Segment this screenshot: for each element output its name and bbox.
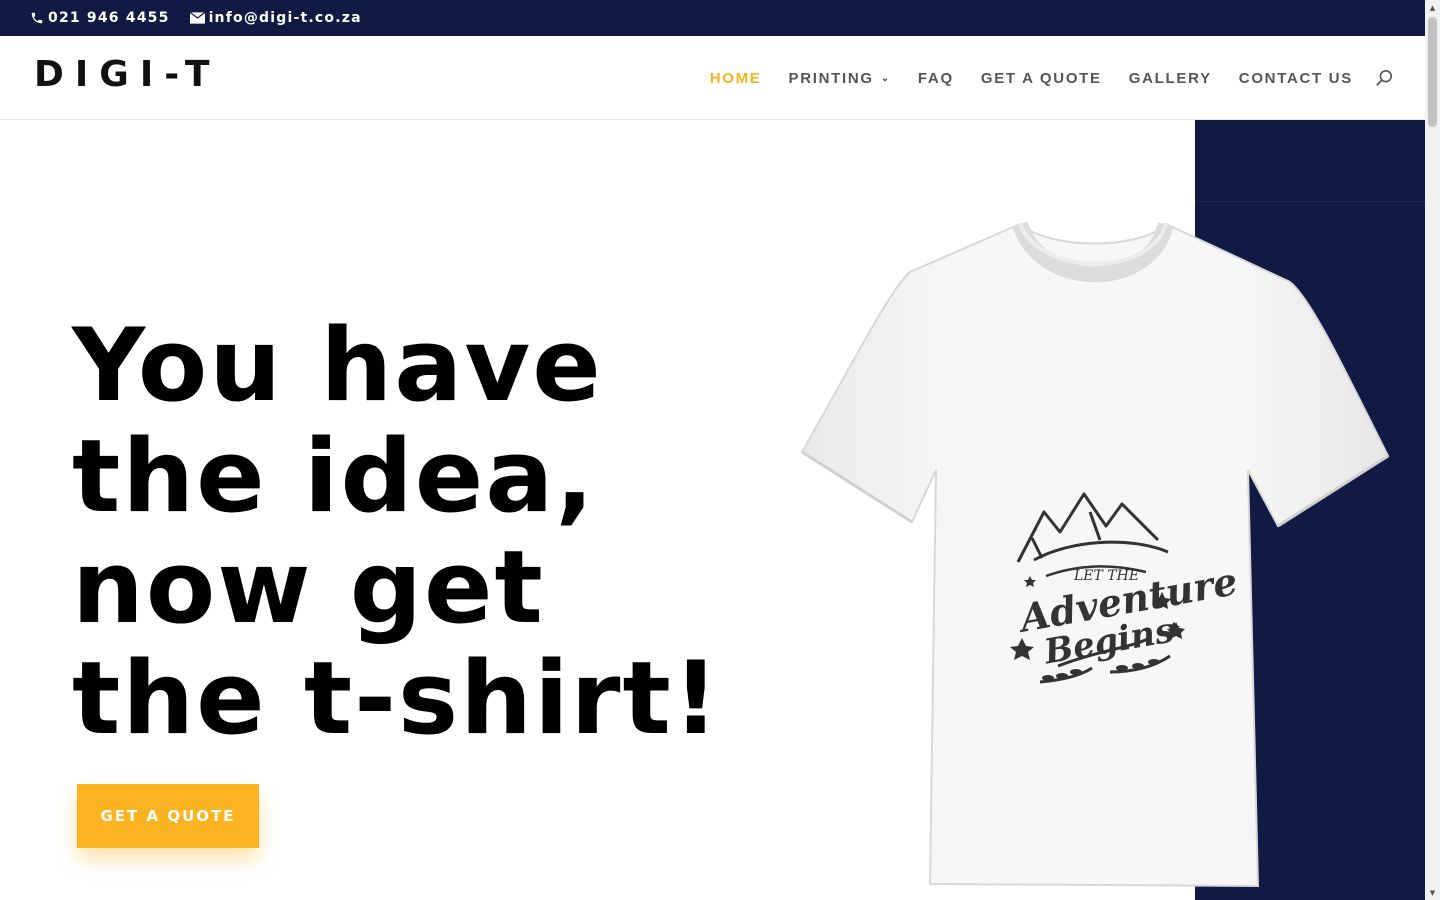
nav-faq-label: FAQ	[917, 69, 954, 87]
search-icon[interactable]	[1375, 69, 1393, 87]
nav-home[interactable]: Home	[710, 70, 762, 87]
topbar-phone[interactable]: 021 946 4455	[30, 10, 170, 26]
top-bar: 021 946 4455 info@digi-t.co.za	[0, 0, 1425, 36]
nav-contact-us-label: Contact Us	[1238, 69, 1353, 87]
headline-line-2: the idea,	[72, 417, 596, 535]
headline-line-4: the t-shirt!	[72, 639, 721, 757]
email-address: info@digi-t.co.za	[208, 10, 362, 26]
site-header: DIGI-T Home Printing ⌄ FAQ Get A Quote Ga…	[0, 36, 1425, 120]
page: 021 946 4455 info@digi-t.co.za DIGI-T Ho…	[0, 0, 1425, 900]
nav-get-a-quote[interactable]: Get A Quote	[981, 70, 1102, 87]
get-a-quote-button[interactable]: Get A Quote	[77, 784, 259, 848]
tshirt-image: LET THE Adventure Begins	[800, 221, 1390, 888]
divider	[1195, 201, 1425, 202]
phone-number: 021 946 4455	[48, 10, 170, 26]
nav-printing[interactable]: Printing ⌄	[789, 70, 891, 87]
scroll-down-arrow-icon[interactable]: ▼	[1425, 885, 1440, 900]
hero-section: You have the idea, now get the t-shirt! …	[0, 120, 1425, 900]
nav-gallery[interactable]: Gallery	[1129, 70, 1212, 87]
nav-gallery-label: Gallery	[1128, 69, 1212, 87]
nav-get-a-quote-label: Get A Quote	[980, 69, 1102, 87]
envelope-icon	[189, 12, 205, 24]
nav-home-label: Home	[709, 69, 762, 87]
topbar-email[interactable]: info@digi-t.co.za	[189, 10, 362, 26]
scroll-up-arrow-icon[interactable]: ▲	[1425, 0, 1440, 15]
headline-line-1: You have	[72, 306, 603, 424]
nav-contact-us[interactable]: Contact Us	[1239, 70, 1353, 87]
page-scrollbar[interactable]: ▲ ▼	[1425, 0, 1440, 900]
chevron-down-icon: ⌄	[880, 72, 891, 84]
scrollbar-thumb[interactable]	[1428, 17, 1437, 127]
phone-icon	[31, 12, 43, 24]
main-nav: Home Printing ⌄ FAQ Get A Quote Gallery C…	[683, 36, 1353, 120]
site-logo[interactable]: DIGI-T	[34, 57, 220, 93]
nav-faq[interactable]: FAQ	[918, 70, 954, 87]
headline-line-3: now get	[72, 528, 545, 646]
nav-printing-label: Printing	[788, 69, 874, 87]
hero-headline: You have the idea, now get the t-shirt!	[72, 310, 772, 754]
